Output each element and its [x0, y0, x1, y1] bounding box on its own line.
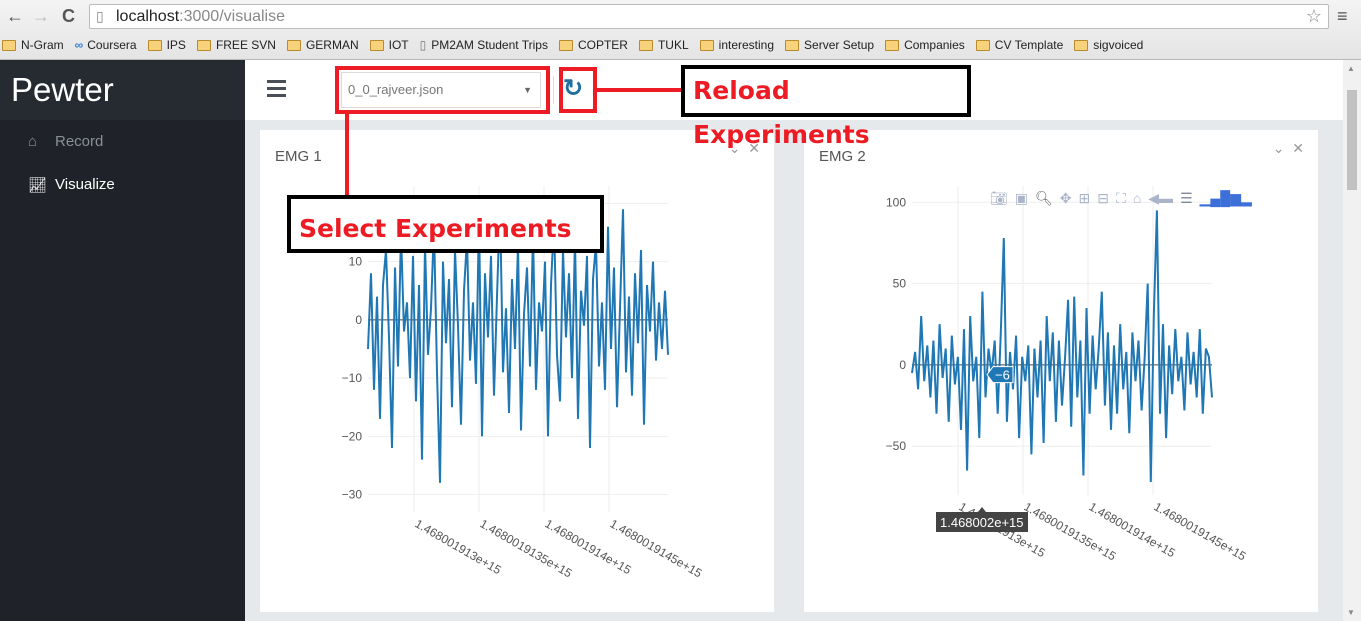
y-tick-label: −50 [886, 439, 907, 453]
scroll-up-icon[interactable]: ▲ [1347, 64, 1355, 73]
camera-icon[interactable]: 📷︎ [990, 190, 1008, 207]
bookmark-item[interactable]: Companies [885, 36, 965, 54]
hover-x-label: 1.468002e+15 [940, 515, 1024, 530]
bookmark-item[interactable]: ∞ Coursera [75, 36, 137, 54]
y-tick-label: 50 [893, 277, 907, 291]
select-annotation: Select Experiments [287, 195, 604, 253]
bookmark-label: interesting [718, 38, 775, 52]
folder-icon [196, 39, 211, 51]
line-chart-icon: 📈︎ [28, 176, 48, 194]
y-tick-label: 0 [899, 358, 906, 372]
plot-modebar: 📷︎ ▣ 🔍︎ ✥ ⊞ ⊟ ⛶ ⌂ ◀▬ ☰ ▁▄█▆▂ [990, 190, 1252, 207]
reload-page-icon[interactable]: C [62, 6, 75, 27]
pan-icon[interactable]: ✥ [1060, 190, 1072, 207]
y-tick-label: −20 [342, 429, 363, 443]
folder-icon [369, 39, 384, 51]
reload-callout-line [597, 88, 683, 92]
sidebar-item-label: Visualize [55, 176, 115, 193]
bookmark-label: IPS [166, 38, 186, 52]
y-tick-label: 0 [355, 313, 362, 327]
bookmark-item[interactable]: N-Gram [2, 36, 64, 54]
divider [553, 76, 554, 104]
page-icon: ▯ [419, 38, 427, 52]
y-tick-label: 100 [886, 195, 906, 209]
zoom-in-icon[interactable]: ⊞ [1079, 190, 1091, 207]
select-callout-line [345, 114, 349, 196]
y-tick-label: −30 [342, 488, 363, 502]
bookmark-label: TUKL [657, 38, 689, 52]
sidebar: Pewter ⌂ Record 📈︎ Visualize [0, 60, 245, 621]
bookmark-item[interactable]: COPTER [558, 36, 628, 54]
browser-menu-icon[interactable]: ≡ [1337, 6, 1348, 27]
bookmark-label: N-Gram [21, 38, 64, 52]
y-tick-label: −10 [342, 371, 363, 385]
sidebar-item-visualize[interactable]: 📈︎ Visualize [0, 163, 245, 206]
scrollbar-thumb[interactable] [1347, 90, 1357, 190]
hover-compare-icon[interactable]: ☰ [1180, 190, 1193, 207]
folder-icon [2, 39, 16, 51]
bookmark-star-icon[interactable]: ☆ [1306, 5, 1322, 28]
url-host: localhost [116, 8, 180, 25]
folder-icon [286, 39, 301, 51]
home-icon: ⌂ [28, 133, 38, 150]
bookmark-item[interactable]: sigvoiced [1074, 36, 1143, 54]
bookmark-label: CV Template [994, 38, 1064, 52]
folder-icon [638, 39, 653, 51]
back-icon[interactable]: ← [6, 6, 24, 27]
reload-annotation: Reload Experiments [681, 65, 971, 149]
home-icon[interactable]: ⌂ [1133, 190, 1141, 207]
card-title: EMG 1 [275, 148, 322, 165]
bookmark-item[interactable]: ▯ PM2AM Student Trips [420, 36, 548, 54]
bookmark-item[interactable]: CV Template [975, 36, 1064, 54]
bookmark-item[interactable]: GERMAN [286, 36, 359, 54]
bookmark-item[interactable]: IPS [147, 36, 186, 54]
bookmark-label: IOT [388, 38, 409, 52]
browser-chrome: ← → C ▯ localhost:3000/visualise ☆ ≡ N-G… [0, 0, 1361, 60]
page-icon: ▯ [96, 8, 104, 24]
bookmark-label: COPTER [577, 38, 628, 52]
scrollbar[interactable]: ▲ ▼ [1343, 60, 1361, 621]
autoscale-icon[interactable]: ⛶ [1116, 190, 1126, 207]
folder-icon [975, 39, 990, 51]
address-bar[interactable]: ▯ localhost:3000/visualise ☆ [89, 4, 1329, 29]
bookmark-item[interactable]: FREE SVN [196, 36, 276, 54]
folder-icon [558, 39, 573, 51]
folder-icon [699, 39, 714, 51]
hover-y-label: −6 [995, 368, 1010, 383]
folder-icon [1074, 39, 1089, 51]
select-highlight [335, 66, 550, 114]
reload-highlight [559, 67, 597, 113]
zoom-icon[interactable]: 🔍︎ [1035, 190, 1053, 207]
folder-icon [785, 39, 800, 51]
coursera-icon: ∞ [74, 38, 84, 52]
bookmark-item[interactable]: IOT [369, 36, 409, 54]
forward-icon[interactable]: → [32, 6, 50, 27]
bookmark-item[interactable]: interesting [699, 36, 775, 54]
zoom-out-icon[interactable]: ⊟ [1097, 190, 1109, 207]
folder-icon [885, 39, 900, 51]
folder-icon [147, 39, 162, 51]
brand: Pewter [0, 60, 245, 120]
collapse-chevron-icon[interactable]: ⌄ [1273, 140, 1285, 156]
bookmark-item[interactable]: Server Setup [785, 36, 874, 54]
sidebar-item-record[interactable]: ⌂ Record [0, 120, 245, 163]
plotly-logo-icon[interactable]: ▁▄█▆▂ [1200, 190, 1252, 207]
series-line [911, 210, 1213, 483]
bookmark-label: Coursera [87, 38, 137, 52]
close-icon[interactable]: ✕ [1292, 140, 1304, 156]
bookmark-item[interactable]: TUKL [638, 36, 689, 54]
bookmark-label: FREE SVN [215, 38, 276, 52]
scroll-down-icon[interactable]: ▼ [1347, 608, 1355, 617]
bookmark-label: Server Setup [804, 38, 875, 52]
url-path: :3000/visualise [179, 8, 285, 25]
hover-closest-icon[interactable]: ◀▬ [1148, 190, 1173, 207]
save-icon[interactable]: ▣ [1015, 190, 1028, 207]
bookmarks-bar: N-Gram ∞ Coursera IPS FREE SVN GERMAN IOT ▯ PM2A… [2, 36, 1154, 54]
bookmark-label: sigvoiced [1093, 38, 1144, 52]
bookmark-label: GERMAN [305, 38, 359, 52]
bookmark-label: PM2AM Student Trips [431, 38, 548, 52]
sidebar-item-label: Record [55, 133, 104, 150]
bookmark-label: Companies [904, 38, 965, 52]
hamburger-menu-icon[interactable] [267, 80, 286, 101]
